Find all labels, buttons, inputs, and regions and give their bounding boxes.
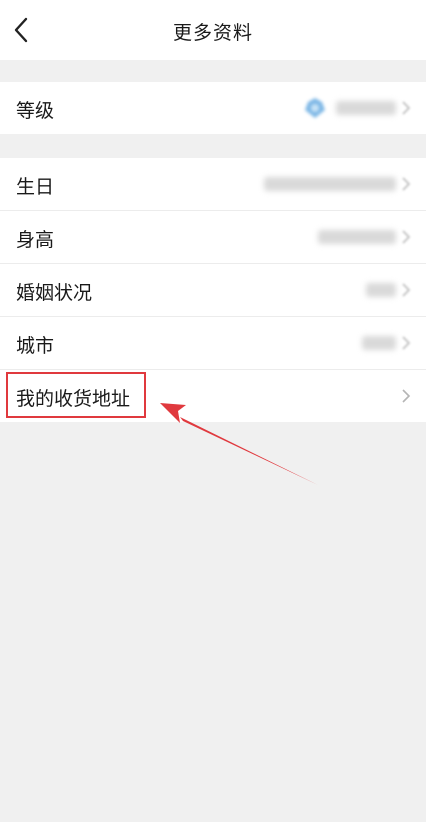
chevron-right-icon (402, 101, 411, 115)
height-label: 身高 (16, 229, 55, 251)
level-badge-icon (305, 98, 325, 118)
birthday-row[interactable]: 生日 (0, 158, 426, 211)
marital-status-value-blurred (366, 283, 396, 297)
chevron-right-icon (402, 336, 411, 350)
top-bar: 更多资料 (0, 0, 426, 60)
city-label: 城市 (16, 335, 55, 357)
level-value-blurred (336, 101, 396, 115)
city-row[interactable]: 城市 (0, 317, 426, 370)
page-title: 更多资料 (172, 22, 253, 44)
chevron-right-icon (402, 283, 411, 297)
chevron-right-icon (402, 389, 411, 403)
birthday-value-blurred (264, 177, 396, 191)
level-label: 等级 (16, 100, 55, 122)
level-section: 等级 (0, 82, 426, 134)
height-row[interactable]: 身高 (0, 211, 426, 264)
marital-status-label: 婚姻状况 (16, 282, 93, 304)
chevron-right-icon (402, 230, 411, 244)
city-value-blurred (362, 336, 396, 350)
height-value-blurred (318, 230, 396, 244)
level-row[interactable]: 等级 (0, 82, 426, 134)
annotation-arrow-icon (160, 403, 318, 485)
birthday-label: 生日 (16, 176, 55, 198)
chevron-right-icon (402, 177, 411, 191)
highlight-box (6, 372, 146, 418)
marital-status-row[interactable]: 婚姻状况 (0, 264, 426, 317)
